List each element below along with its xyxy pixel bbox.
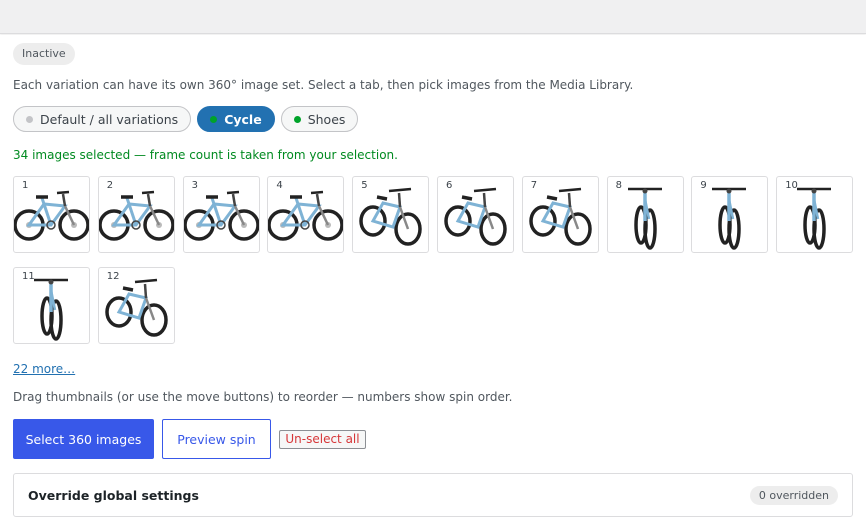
thumbnail-item[interactable]: 7 <box>521 176 599 253</box>
variation-tabs: Default / all variations Cycle Shoes <box>13 106 359 132</box>
tab-label: Cycle <box>224 111 262 127</box>
status-badge: Inactive <box>13 43 75 65</box>
preview-spin-button[interactable]: Preview spin <box>162 419 271 459</box>
thumbnail-item[interactable]: 6 <box>437 176 514 253</box>
thumbnail-item[interactable]: 10 <box>776 176 854 253</box>
thumbnail-item[interactable]: 5 <box>352 176 430 253</box>
spin-order-number: 9 <box>700 180 707 191</box>
status-dot-icon <box>293 115 301 123</box>
tab-default-all-variations[interactable]: Default / all variations <box>13 106 192 132</box>
tab-cycle[interactable]: Cycle <box>197 106 275 132</box>
thumbnail-item[interactable]: 4 <box>267 176 345 253</box>
spin-order-number: 6 <box>446 180 453 191</box>
overridden-count-badge: 0 overridden <box>749 486 838 505</box>
thumbnail-item[interactable]: 8 <box>606 176 684 253</box>
tab-label: Shoes <box>307 111 346 127</box>
override-title: Override global settings <box>28 488 199 503</box>
spin-order-number: 10 <box>785 180 798 191</box>
intro-text: Each variation can have its own 360° ima… <box>13 78 634 92</box>
override-global-settings-toggle[interactable]: Override global settings 0 overridden <box>13 473 853 517</box>
thumbnail-item[interactable]: 2 <box>97 176 175 253</box>
spin-order-number: 12 <box>106 271 120 282</box>
thumbnail-item[interactable]: 12 <box>97 267 175 344</box>
thumbnail-item[interactable]: 11 <box>13 267 90 344</box>
top-toolbar <box>0 0 866 34</box>
unselect-all-button[interactable]: Un-select all <box>279 430 366 449</box>
more-images-link[interactable]: 22 more… <box>13 361 75 377</box>
spin-order-number: 8 <box>615 180 622 191</box>
thumbnail-item[interactable]: 3 <box>182 176 260 253</box>
status-dot-icon <box>210 115 218 123</box>
selection-count-text: 34 images selected — frame count is take… <box>13 148 398 162</box>
spin-order-number: 7 <box>530 180 538 191</box>
reorder-hint-text: Drag thumbnails (or use the move buttons… <box>13 390 513 404</box>
spin-order-number: 11 <box>22 271 35 282</box>
spin-order-number: 3 <box>191 180 198 191</box>
spin-order-number: 5 <box>361 180 368 191</box>
thumbnail-item[interactable]: 1 <box>13 176 90 253</box>
spin-order-number: 2 <box>106 180 114 191</box>
tab-shoes[interactable]: Shoes <box>280 106 359 132</box>
status-dot-icon <box>26 115 33 123</box>
spin-order-number: 4 <box>276 180 283 191</box>
select-360-images-button[interactable]: Select 360 images <box>13 419 154 459</box>
thumbnail-item[interactable]: 9 <box>691 176 769 253</box>
spin-order-number: 1 <box>22 180 29 191</box>
tab-label: Default / all variations <box>40 111 179 127</box>
